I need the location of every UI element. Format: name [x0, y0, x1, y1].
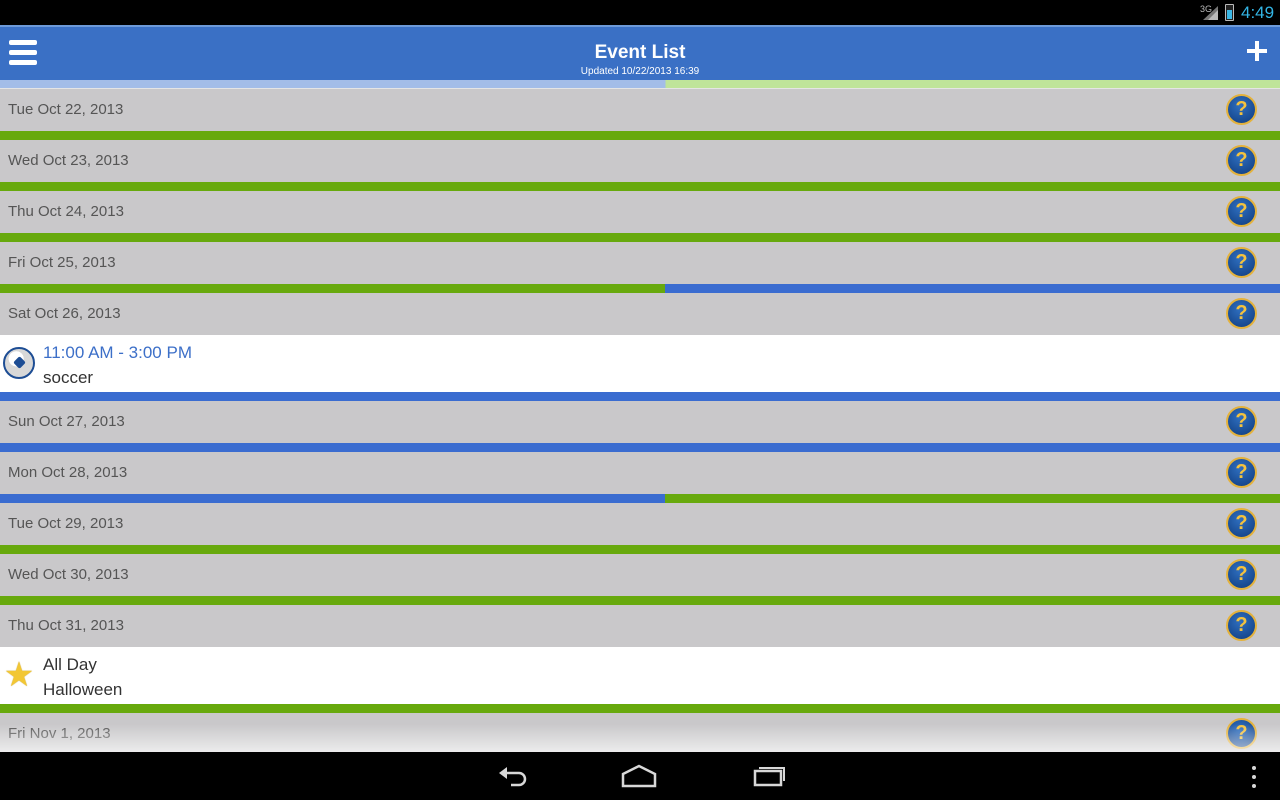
help-icon[interactable]: ?: [1226, 610, 1257, 641]
day-divider-bar: [0, 233, 1280, 242]
battery-icon: [1225, 4, 1234, 21]
event-item[interactable]: 11:00 AM - 3:00 PM soccer: [0, 335, 1280, 392]
help-icon[interactable]: ?: [1226, 508, 1257, 539]
day-date-label: Thu Oct 24, 2013: [8, 203, 124, 220]
day-date-label: Tue Oct 29, 2013: [8, 515, 124, 532]
help-icon[interactable]: ?: [1226, 406, 1257, 437]
back-icon[interactable]: [497, 762, 529, 790]
day-divider-bar: [0, 392, 1280, 401]
day-divider-bar: [0, 131, 1280, 140]
help-icon[interactable]: ?: [1226, 718, 1257, 749]
day-header-row[interactable]: Sun Oct 27, 2013?: [0, 401, 1280, 443]
help-icon[interactable]: ?: [1226, 457, 1257, 488]
status-time: 4:49: [1241, 3, 1275, 22]
status-bar: 3G 4:49: [0, 0, 1280, 25]
day-date-label: Wed Oct 30, 2013: [8, 566, 129, 583]
day-header-row[interactable]: Tue Oct 29, 2013?: [0, 503, 1280, 545]
updated-subtitle: Updated 10/22/2013 16:39: [580, 66, 700, 77]
day-date-label: Fri Nov 1, 2013: [8, 725, 111, 742]
help-icon[interactable]: ?: [1226, 196, 1257, 227]
day-date-label: Tue Oct 22, 2013: [8, 101, 124, 118]
star-icon: ★: [3, 656, 35, 694]
day-date-label: Sun Oct 27, 2013: [8, 413, 125, 430]
day-header-row[interactable]: Mon Oct 28, 2013?: [0, 452, 1280, 494]
overflow-menu-icon[interactable]: [1247, 762, 1261, 792]
recent-apps-icon[interactable]: [752, 762, 786, 790]
day-header-row[interactable]: Wed Oct 23, 2013?: [0, 140, 1280, 182]
day-divider-bar: [0, 284, 1280, 293]
day-header-row[interactable]: Fri Nov 1, 2013?: [0, 713, 1280, 752]
day-date-label: Wed Oct 23, 2013: [8, 152, 129, 169]
day-header-row[interactable]: Wed Oct 30, 2013?: [0, 554, 1280, 596]
event-time: All Day: [43, 655, 97, 674]
action-bar: Event List Updated 10/22/2013 16:39: [0, 25, 1280, 80]
day-date-label: Thu Oct 31, 2013: [8, 617, 124, 634]
home-icon[interactable]: [620, 762, 658, 790]
event-list[interactable]: Tue Oct 22, 2013? Wed Oct 23, 2013? Thu Oc…: [0, 80, 1280, 752]
help-icon[interactable]: ?: [1226, 94, 1257, 125]
day-header-row[interactable]: Fri Oct 25, 2013?: [0, 242, 1280, 284]
help-icon[interactable]: ?: [1226, 298, 1257, 329]
event-name: soccer: [43, 368, 94, 387]
day-divider-bar: [0, 704, 1280, 713]
help-icon[interactable]: ?: [1226, 247, 1257, 278]
day-divider-bar: [0, 545, 1280, 554]
signal-icon: [1203, 6, 1218, 20]
event-name: Halloween: [43, 680, 123, 699]
day-divider-bar: [0, 494, 1280, 503]
day-date-label: Fri Oct 25, 2013: [8, 254, 116, 271]
day-header-row[interactable]: Tue Oct 22, 2013?: [0, 89, 1280, 131]
soccer-ball-icon: [3, 347, 35, 379]
help-icon[interactable]: ?: [1226, 145, 1257, 176]
add-event-button[interactable]: [1246, 41, 1268, 63]
event-time: 11:00 AM - 3:00 PM: [43, 343, 192, 362]
day-header-row[interactable]: Sat Oct 26, 2013?: [0, 293, 1280, 335]
day-date-label: Mon Oct 28, 2013: [8, 464, 128, 481]
day-divider-bar: [0, 182, 1280, 191]
help-icon[interactable]: ?: [1226, 559, 1257, 590]
loading-progress-bar: [0, 80, 1280, 89]
event-item[interactable]: ★ All Day Halloween: [0, 647, 1280, 704]
page-title: Event List: [594, 42, 686, 63]
system-navigation-bar: [0, 752, 1280, 800]
day-date-label: Sat Oct 26, 2013: [8, 305, 121, 322]
day-divider-bar: [0, 596, 1280, 605]
day-divider-bar: [0, 443, 1280, 452]
day-header-row[interactable]: Thu Oct 24, 2013?: [0, 191, 1280, 233]
day-header-row[interactable]: Thu Oct 31, 2013?: [0, 605, 1280, 647]
